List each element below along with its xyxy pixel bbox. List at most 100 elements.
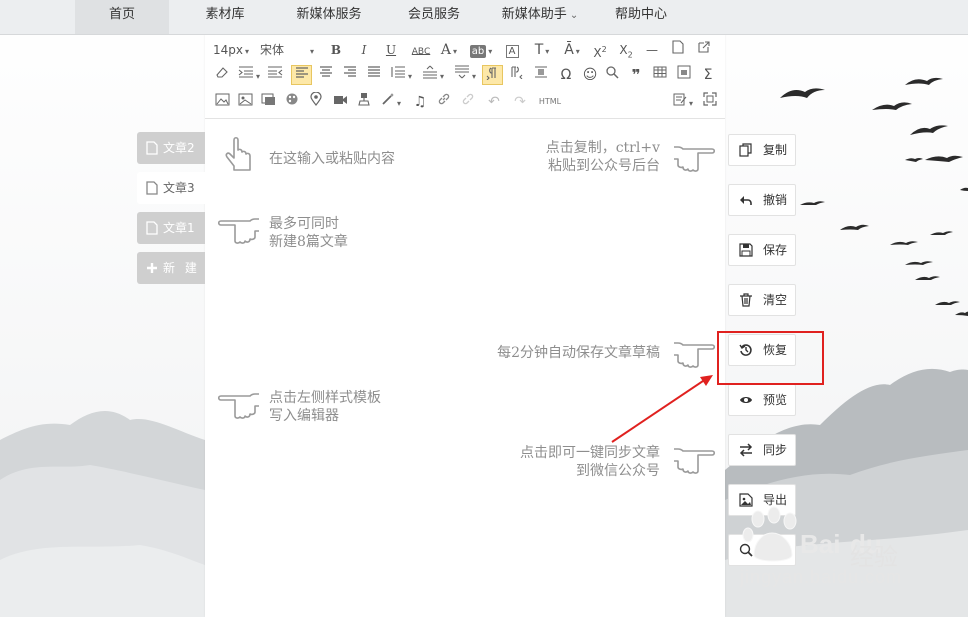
text-shadow-icon[interactable]: Ā ▾: [559, 40, 585, 60]
image-center-icon[interactable]: [532, 65, 550, 85]
eraser-icon[interactable]: [213, 65, 231, 85]
music-icon[interactable]: ♫: [411, 92, 429, 112]
restore-highlight-box: [717, 331, 824, 385]
align-right-icon[interactable]: [341, 65, 359, 85]
nav-home[interactable]: 首页: [75, 0, 169, 34]
nav-new-media-assistant[interactable]: 新媒体助手 ⌄: [490, 0, 590, 34]
image-icon[interactable]: [213, 92, 231, 112]
sync-label: 同步: [763, 443, 788, 457]
html-source-button[interactable]: HTML: [535, 92, 565, 112]
undo-button[interactable]: 撤销: [728, 184, 796, 216]
watermark-site: jingyan.baidu.com: [740, 567, 903, 587]
nav-material-library[interactable]: 素材库: [181, 0, 269, 34]
font-family-select[interactable]: 宋体 ▾: [260, 40, 322, 60]
subscript-icon[interactable]: X2: [617, 40, 635, 60]
preview-label: 预览: [763, 393, 788, 407]
sum-icon[interactable]: Σ: [699, 65, 717, 85]
nav-member-service[interactable]: 会员服务: [393, 0, 475, 34]
article-tab-1[interactable]: 文章1: [137, 212, 205, 244]
paragraph-spacing-bottom-icon[interactable]: ▾: [451, 65, 479, 85]
highlight-color-icon[interactable]: ab ▾: [468, 40, 494, 60]
save-button[interactable]: 保存: [728, 234, 796, 266]
special-char-icon[interactable]: Ω: [557, 65, 575, 85]
font-size-select[interactable]: 14px ▾: [213, 40, 253, 60]
chevron-down-icon: ▾: [471, 72, 476, 81]
italic-icon[interactable]: I: [355, 40, 373, 60]
pointing-hand-left-icon: [217, 393, 259, 419]
template-icon[interactable]: [675, 65, 693, 85]
rtl-direction-icon[interactable]: [507, 65, 525, 85]
chevron-down-icon: ▾: [255, 72, 260, 81]
clear-button[interactable]: 清空: [728, 284, 796, 316]
exchange-icon: [739, 443, 753, 457]
magic-wand-icon[interactable]: ▾: [377, 92, 405, 112]
indent-icon[interactable]: ▾: [235, 65, 263, 85]
paragraph-spacing-top-icon[interactable]: ▾: [419, 65, 447, 85]
article-tab-2[interactable]: 文章2: [137, 132, 205, 164]
text-border-icon[interactable]: A: [503, 40, 521, 60]
table-icon[interactable]: [651, 65, 669, 85]
undo-label: 撤销: [763, 193, 788, 207]
format-painter-icon[interactable]: [355, 92, 373, 112]
chevron-down-icon: ▾: [545, 47, 550, 56]
screenshot-icon[interactable]: [259, 92, 277, 112]
save-icon: [739, 243, 753, 257]
strikethrough-icon[interactable]: ABC: [410, 40, 432, 60]
chevron-down-icon: ▾: [396, 99, 401, 108]
undo-arrow-icon: [740, 196, 752, 205]
pointing-hand-right-icon: [674, 146, 716, 172]
ltr-direction-icon[interactable]: [482, 65, 503, 85]
copy-button[interactable]: 复制: [728, 134, 796, 166]
nav-new-media-service[interactable]: 新媒体服务: [283, 0, 375, 34]
nav-help-center[interactable]: 帮助中心: [603, 0, 679, 34]
document-icon: [146, 181, 158, 195]
pointing-hand-left-icon: [217, 218, 259, 244]
article-tab-3[interactable]: 文章3: [137, 172, 207, 204]
font-family-value: 宋体: [260, 43, 285, 57]
edit-menu-icon[interactable]: ▾: [669, 92, 697, 112]
bold-icon[interactable]: B: [327, 40, 345, 60]
sync-button[interactable]: 同步: [728, 434, 796, 466]
search-replace-icon[interactable]: [603, 65, 621, 85]
font-color-icon[interactable]: A ▾: [437, 40, 461, 60]
text-style-icon[interactable]: T ▾: [529, 40, 555, 60]
line-height-icon[interactable]: ▾: [387, 65, 415, 85]
superscript-icon[interactable]: X2: [591, 40, 609, 60]
horizontal-rule-icon[interactable]: —: [643, 40, 661, 60]
tip-max-articles-line2: 新建8篇文章: [269, 234, 348, 250]
tip-copy-line2: 粘贴到公众号后台: [548, 158, 660, 174]
top-navigation: 首页 素材库 新媒体服务 会员服务 新媒体助手 ⌄ 帮助中心: [0, 0, 968, 35]
editor-content-area[interactable]: 在这输入或粘贴内容 最多可同时 新建8篇文章 点击左侧样式模板 写入编辑器 点击…: [205, 119, 725, 617]
redo-icon[interactable]: ↷: [511, 92, 529, 112]
chevron-down-icon: ▾: [453, 47, 458, 56]
document-icon: [146, 141, 158, 155]
chevron-down-icon: ▾: [688, 99, 693, 108]
underline-icon[interactable]: U: [382, 40, 400, 60]
multi-image-icon[interactable]: [236, 92, 254, 112]
clear-label: 清空: [763, 293, 788, 307]
emoji-icon[interactable]: ☺: [581, 65, 599, 85]
map-icon[interactable]: [307, 91, 325, 112]
chevron-down-icon: ⌄: [569, 10, 579, 21]
fullscreen-external-icon[interactable]: [695, 40, 713, 60]
copy-icon: [739, 143, 752, 157]
align-center-icon[interactable]: [317, 65, 335, 85]
pointing-hand-up-icon: [225, 136, 251, 171]
link-icon[interactable]: [435, 92, 453, 112]
undo-icon[interactable]: ↶: [485, 92, 503, 112]
fullscreen-icon[interactable]: [701, 92, 719, 112]
video-icon[interactable]: [331, 92, 349, 112]
new-page-icon[interactable]: [669, 40, 687, 60]
article-tab-label: 文章3: [163, 181, 195, 195]
blockquote-icon[interactable]: ❞: [627, 65, 645, 85]
align-left-icon[interactable]: [291, 65, 312, 85]
chevron-down-icon: ▾: [575, 47, 580, 56]
preview-button[interactable]: 预览: [728, 384, 796, 416]
tip-template-line1: 点击左侧样式模板: [269, 390, 381, 406]
scrawl-icon[interactable]: [283, 92, 301, 112]
align-justify-icon[interactable]: [365, 65, 383, 85]
unlink-icon[interactable]: [459, 92, 477, 112]
new-article-button[interactable]: 新 建: [137, 252, 205, 284]
outdent-icon[interactable]: [266, 65, 284, 85]
tip-copy-line1: 点击复制，ctrl+v: [545, 140, 660, 156]
